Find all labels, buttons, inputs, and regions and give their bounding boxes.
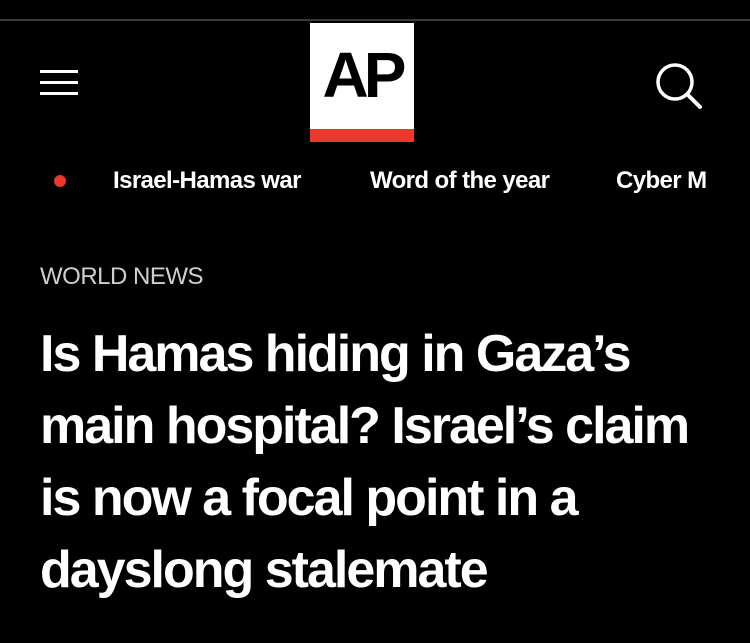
trending-nav: Israel-Hamas war Word of the year Cyber …	[0, 160, 712, 202]
article-headline: Is Hamas hiding in Gaza’s main hospital?…	[40, 325, 690, 599]
section-label[interactable]: WORLD NEWS	[40, 262, 204, 292]
nav-item-israel-hamas-war[interactable]: Israel-Hamas war	[113, 164, 301, 198]
nav-item-word-of-the-year[interactable]: Word of the year	[370, 164, 550, 198]
search-icon-graphic	[656, 63, 702, 109]
logo-red-stripe	[310, 129, 414, 142]
ap-logo[interactable]: AP	[310, 23, 414, 142]
menu-bar	[40, 92, 78, 95]
hamburger-menu-icon[interactable]	[40, 67, 80, 99]
menu-bar	[40, 70, 78, 73]
menu-bar	[40, 81, 78, 84]
logo-text: AP	[322, 39, 407, 111]
live-indicator-dot	[54, 175, 66, 187]
nav-item-cyber-monday[interactable]: Cyber M	[616, 164, 707, 198]
search-icon[interactable]	[652, 59, 704, 111]
site-header: AP	[0, 21, 750, 146]
